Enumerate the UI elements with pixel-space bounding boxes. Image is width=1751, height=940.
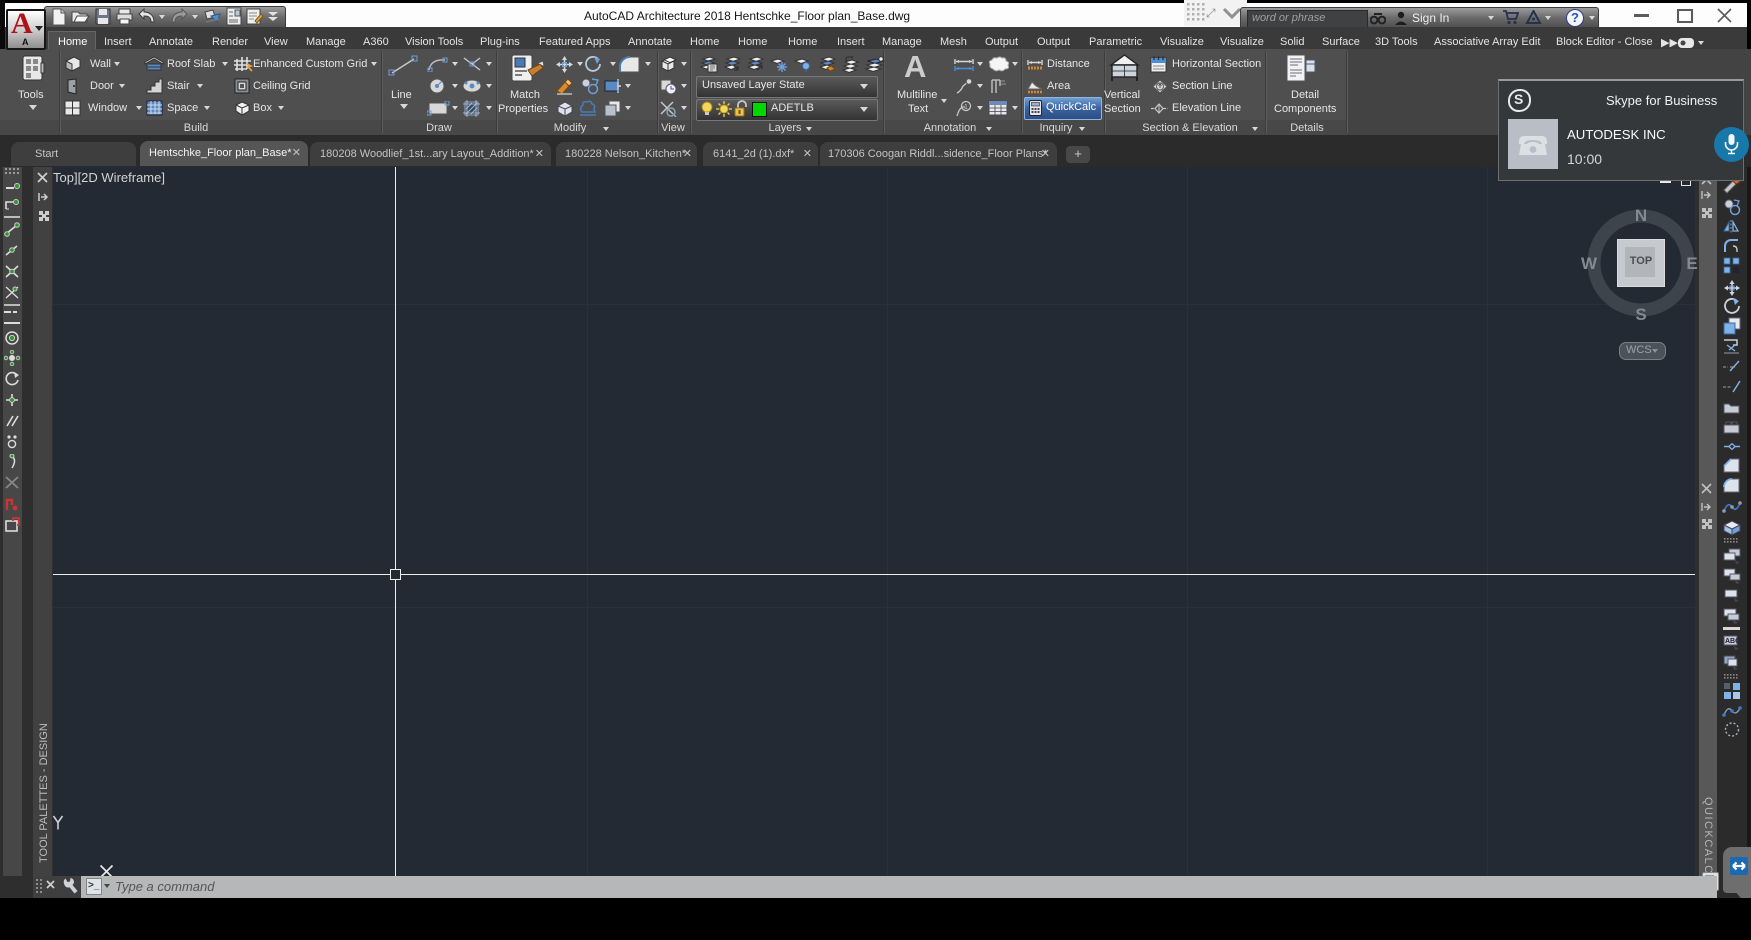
svg-text:N: N xyxy=(1635,206,1647,225)
svg-text:ABC: ABC xyxy=(1725,638,1740,645)
svg-text:1: 1 xyxy=(964,104,968,111)
svg-text:W: W xyxy=(1581,254,1598,273)
svg-text:E: E xyxy=(1686,254,1697,273)
svg-text:S: S xyxy=(1635,305,1646,324)
